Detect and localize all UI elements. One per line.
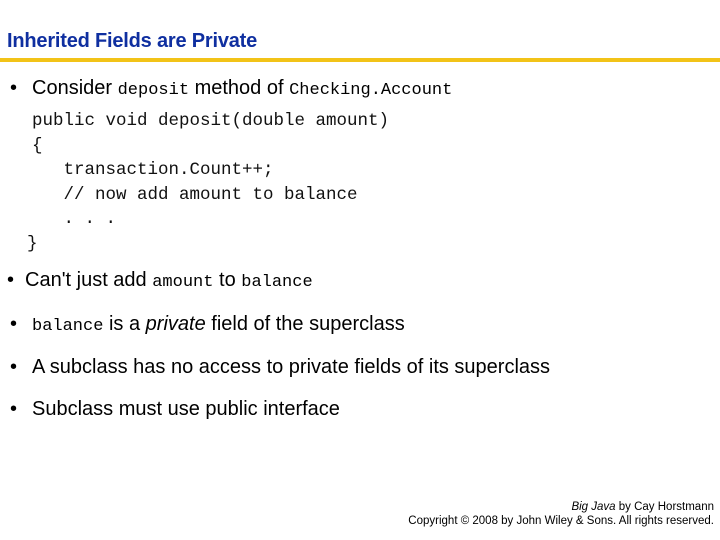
bullet-icon: • <box>10 398 18 420</box>
code-line: . . . <box>32 209 117 229</box>
slide-title: Inherited Fields are Private <box>7 30 258 52</box>
title-divider <box>0 58 720 62</box>
footer-book-line: Big Java by Cay Horstmann <box>571 501 714 513</box>
bullet-icon: • <box>10 313 18 335</box>
bullet-balance-private: • balance is a private field of the super… <box>10 313 405 336</box>
bullet-icon: • <box>7 269 15 291</box>
code-line: public void deposit(double amount) <box>32 111 390 131</box>
bullet-cant-add: • Can't just add amount to balance <box>7 269 313 292</box>
code-line: transaction.Count++; <box>32 160 274 180</box>
bullet-no-access: • A subclass has no access to private fie… <box>10 356 551 378</box>
footer-copyright: Copyright © 2008 by John Wiley & Sons. A… <box>408 515 714 527</box>
bullet-icon: • <box>10 77 18 99</box>
code-line: { <box>32 135 43 156</box>
bullet-icon: • <box>10 356 18 378</box>
code-line: // now add amount to balance <box>32 184 358 205</box>
code-block: public void deposit(double amount) { tran… <box>27 109 390 256</box>
bullet-public-interface: • Subclass must use public interface <box>10 398 340 420</box>
code-line: } <box>27 233 38 254</box>
bullet-consider-deposit: • Consider deposit method of Checking.Acc… <box>10 77 453 100</box>
footer-credits: Big Java by Cay Horstmann Copyright © 20… <box>408 500 714 528</box>
